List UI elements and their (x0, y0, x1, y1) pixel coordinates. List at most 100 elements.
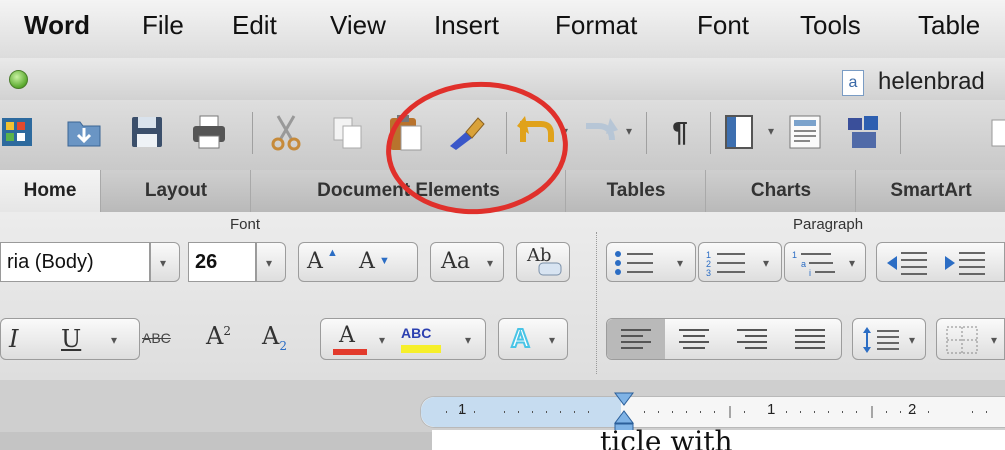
zoom-field-partial-icon[interactable] (990, 112, 1005, 152)
menu-edit[interactable]: Edit (232, 10, 277, 41)
numbering-icon: 123 (706, 250, 745, 277)
menu-format[interactable]: Format (555, 10, 637, 41)
document-text[interactable]: ticle with (600, 425, 733, 450)
change-case-button[interactable]: Aa ▾ (430, 242, 504, 282)
chevron-down-icon[interactable]: ▾ (379, 333, 385, 347)
font-size-dropdown[interactable]: ▾ (256, 242, 286, 282)
menu-file[interactable]: File (142, 10, 184, 41)
redo-icon[interactable] (580, 112, 620, 152)
font-color-button[interactable]: A (339, 323, 355, 348)
text-effects-label: A (510, 322, 531, 354)
gallery-icon[interactable] (0, 112, 40, 152)
font-name-field[interactable]: ria (Body) (0, 242, 150, 282)
alignment-buttons-group (606, 318, 842, 360)
svg-text:i: i (809, 268, 811, 277)
chevron-down-icon: ▾ (266, 256, 273, 270)
ruler-ticks (446, 406, 987, 418)
svg-text:a: a (801, 259, 806, 269)
increase-indent-icon[interactable] (943, 249, 987, 277)
copy-icon[interactable] (328, 112, 368, 152)
chevron-down-icon[interactable]: ▾ (111, 333, 117, 347)
svg-text:3: 3 (706, 268, 711, 277)
highlight-button[interactable]: ABC (401, 325, 431, 341)
multilevel-list-button[interactable]: 1ai ▾ (784, 242, 866, 282)
pilcrow-icon[interactable]: ¶ (660, 112, 700, 152)
shrink-font-button[interactable]: A (359, 249, 375, 274)
toolbar-separator (646, 112, 647, 154)
toolbar-separator (900, 112, 901, 154)
subscript-mark: 2 (279, 338, 287, 353)
chevron-down-icon: ▾ (991, 333, 998, 347)
superscript-mark: 2 (223, 324, 231, 338)
bullets-button[interactable]: ▾ (606, 242, 696, 282)
tab-smartart[interactable]: SmartArt (855, 170, 1005, 212)
clear-formatting-button[interactable]: Ab (516, 242, 570, 282)
grow-shrink-font-group: A ▲ A ▼ (298, 242, 418, 282)
underline-button[interactable]: U (61, 325, 81, 353)
menu-tools[interactable]: Tools (800, 10, 861, 41)
page-margin-background (0, 432, 432, 450)
line-spacing-button[interactable]: ▾ (852, 318, 926, 360)
italic-button[interactable]: I (9, 325, 18, 353)
tab-tables[interactable]: Tables (565, 170, 706, 212)
sidebar-dropdown-arrow-icon[interactable]: ▾ (768, 124, 774, 138)
strikethrough-button[interactable]: ABC (142, 330, 171, 346)
grow-font-button[interactable]: A (307, 249, 323, 274)
style-buttons-group: I U ▾ (0, 318, 140, 360)
chevron-down-icon: ▾ (549, 333, 556, 347)
multilevel-list-icon: 1ai (792, 250, 835, 277)
menu-view[interactable]: View (330, 10, 386, 41)
ruler-number: 2 (908, 401, 917, 418)
toolbox-icon[interactable] (844, 112, 884, 152)
decrease-indent-icon[interactable] (885, 249, 929, 277)
document-icon: a (842, 70, 864, 96)
toolbar-separator (252, 112, 253, 154)
superscript-button[interactable]: A2 (206, 322, 231, 350)
text-effects-button[interactable]: A ▾ (498, 318, 568, 360)
sidebar-icon[interactable] (720, 112, 760, 152)
font-name-dropdown[interactable]: ▾ (150, 242, 180, 282)
cut-icon[interactable] (266, 112, 306, 152)
align-right-icon[interactable] (735, 327, 769, 351)
font-color-swatch (333, 349, 367, 355)
redo-dropdown-arrow-icon[interactable]: ▾ (626, 124, 632, 138)
justify-icon[interactable] (793, 327, 827, 351)
ruler-number: 1 (767, 401, 776, 418)
tab-layout[interactable]: Layout (100, 170, 251, 212)
align-left-button[interactable] (607, 319, 665, 359)
color-buttons-group: A ▾ ABC ▾ (320, 318, 486, 360)
menu-insert[interactable]: Insert (434, 10, 499, 41)
arrow-down-icon: ▼ (379, 255, 390, 267)
menu-table[interactable]: Table (918, 10, 980, 41)
tab-charts[interactable]: Charts (705, 170, 856, 212)
chevron-down-icon: ▾ (677, 256, 684, 270)
menu-font[interactable]: Font (697, 10, 749, 41)
svg-text:1: 1 (792, 250, 797, 260)
chevron-down-icon: ▾ (763, 256, 770, 270)
align-center-icon[interactable] (677, 327, 711, 351)
chevron-down-icon: ▾ (909, 333, 916, 347)
subscript-button[interactable]: A2 (262, 322, 287, 353)
ruler-number: 1 (458, 401, 467, 418)
zoom-window-icon[interactable] (9, 70, 28, 89)
group-separator (596, 232, 597, 374)
subscript-letter: A (262, 322, 280, 350)
media-browser-icon[interactable] (786, 112, 826, 152)
chevron-down-icon[interactable]: ▾ (465, 333, 471, 347)
numbering-button[interactable]: 123 ▾ (698, 242, 782, 282)
chevron-down-icon: ▾ (160, 256, 167, 270)
borders-button[interactable]: ▾ (936, 318, 1005, 360)
print-icon[interactable] (190, 112, 230, 152)
toolbar-separator (710, 112, 711, 154)
paragraph-group-label: Paragraph (793, 216, 864, 233)
font-size-field[interactable]: 26 (188, 242, 256, 282)
chevron-down-icon: ▾ (849, 256, 856, 270)
tab-home[interactable]: Home (0, 170, 100, 212)
templates-icon[interactable] (64, 112, 104, 152)
menu-app-word[interactable]: Word (24, 10, 90, 41)
change-case-label: Aa (441, 249, 471, 274)
save-icon[interactable] (128, 112, 168, 152)
borders-icon (946, 326, 978, 354)
bullets-icon (615, 251, 653, 275)
eraser-icon (538, 262, 562, 276)
